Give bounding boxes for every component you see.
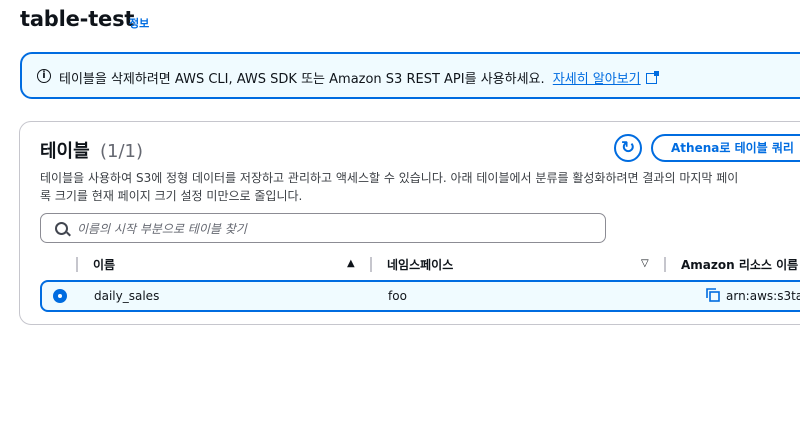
column-header-namespace[interactable]: 네임스페이스: [387, 256, 453, 273]
column-divider: [76, 257, 78, 272]
panel-header: 테이블 (1/1): [40, 137, 143, 163]
cell-arn: arn:aws:s3tables: [726, 289, 800, 303]
info-alert: i 테이블을 삭제하려면 AWS CLI, AWS SDK 또는 Amazon …: [20, 52, 800, 99]
description-line-1: 테이블을 사용하여 S3에 정형 데이터를 저장하고 관리하고 액세스할 수 있…: [40, 171, 739, 185]
refresh-button[interactable]: ↻: [614, 134, 642, 162]
info-icon: i: [37, 69, 51, 83]
column-header-name[interactable]: 이름: [93, 256, 115, 273]
search-field[interactable]: [40, 213, 606, 243]
column-divider: [370, 257, 372, 272]
panel-count: (1/1): [99, 141, 143, 162]
column-divider: [664, 257, 666, 272]
panel-title: 테이블: [40, 141, 90, 162]
copy-icon[interactable]: [706, 288, 720, 302]
search-input[interactable]: [77, 220, 577, 238]
cell-name[interactable]: daily_sales: [94, 289, 159, 303]
table-row[interactable]: daily_sales foo arn:aws:s3tables: [40, 280, 800, 312]
sort-ascending-icon[interactable]: ▲: [347, 258, 355, 269]
panel-description: 테이블을 사용하여 S3에 정형 데이터를 저장하고 관리하고 액세스할 수 있…: [40, 169, 800, 205]
row-radio-selected[interactable]: [53, 289, 67, 303]
learn-more-link[interactable]: 자세히 알아보기: [553, 72, 641, 87]
refresh-icon: ↻: [620, 138, 636, 158]
page-title: table-test: [20, 7, 135, 31]
cell-namespace: foo: [388, 289, 407, 303]
column-header-arn[interactable]: Amazon 리소스 이름: [681, 256, 798, 273]
athena-query-button[interactable]: Athena로 테이블 쿼리: [651, 134, 800, 162]
tables-panel: 테이블 (1/1) ↻ Athena로 테이블 쿼리 테이블을 사용하여 S3에…: [19, 121, 800, 325]
info-link[interactable]: 정보: [129, 15, 149, 31]
description-line-2: 록 크기를 현재 페이지 크기 설정 미만으로 줄입니다.: [40, 189, 303, 203]
external-link-icon: [645, 71, 659, 84]
sort-icon[interactable]: ▽: [641, 258, 649, 269]
search-icon: [55, 222, 68, 235]
alert-message: 테이블을 삭제하려면 AWS CLI, AWS SDK 또는 Amazon S3…: [59, 68, 659, 87]
alert-text: 테이블을 삭제하려면 AWS CLI, AWS SDK 또는 Amazon S3…: [59, 72, 545, 87]
